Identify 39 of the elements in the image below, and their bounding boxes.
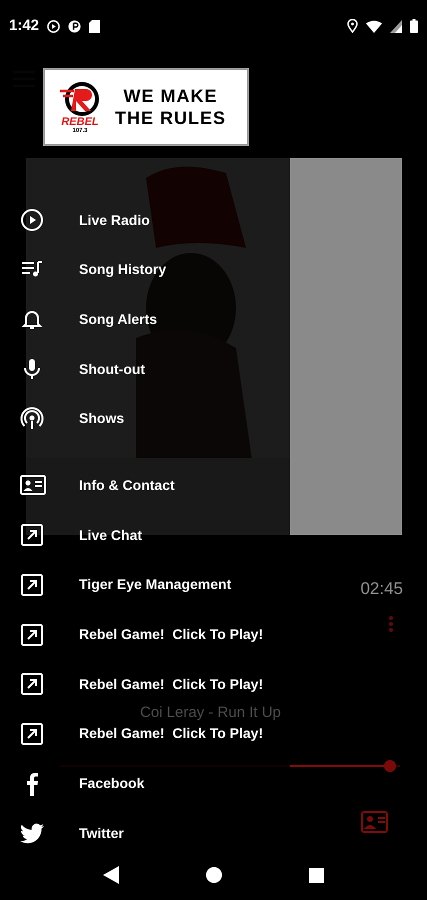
external-link-icon <box>20 722 46 746</box>
drawer-menu-item[interactable]: Tiger Eye Management <box>0 570 290 599</box>
contact-card-icon <box>20 473 46 498</box>
wifi-icon <box>366 20 382 32</box>
signal-icon <box>390 20 402 32</box>
app-status-icon <box>68 20 82 32</box>
logo-slogan-text: THE RULES <box>115 107 226 129</box>
twitter-icon <box>20 821 46 846</box>
battery-icon <box>410 19 418 33</box>
podcast-icon <box>20 406 46 431</box>
logo-mark-icon <box>58 80 102 116</box>
drawer-menu-item[interactable]: Twitter <box>0 819 290 848</box>
track-duration: 02:45 <box>360 578 403 600</box>
drawer-menu-item[interactable]: Rebel Game! Click To Play! <box>0 620 290 648</box>
drawer-menu-item[interactable]: Live Chat <box>0 521 290 550</box>
play-status-icon <box>47 20 60 32</box>
drawer-menu-item[interactable]: Facebook <box>0 770 290 798</box>
drawer-menu-item[interactable]: Rebel Game! Click To Play! <box>0 670 290 698</box>
external-link-icon <box>20 622 46 646</box>
track-title: Coi Leray - Run It Up <box>140 704 281 721</box>
location-icon <box>347 19 358 33</box>
drawer-menu-item[interactable]: Song History <box>0 256 290 284</box>
external-link-icon <box>20 572 46 597</box>
recents-icon[interactable] <box>308 868 324 882</box>
home-icon[interactable] <box>206 867 222 883</box>
drawer-menu-item[interactable]: Info & Contact <box>0 471 290 500</box>
drawer-menu-item[interactable]: Rebel Game! Click To Play! <box>0 720 290 748</box>
status-time: 1:42 <box>9 16 40 36</box>
external-link-icon <box>20 672 46 696</box>
back-icon[interactable] <box>103 866 120 884</box>
drawer-menu-item[interactable]: Shout-out <box>0 355 290 384</box>
logo-brand-text: REBEL <box>61 116 99 128</box>
logo-slogan-text: WE MAKE <box>124 85 218 107</box>
drawer-menu-item[interactable]: Live Radio <box>0 206 290 234</box>
sd-card-icon <box>89 20 100 32</box>
play-circle-icon <box>20 208 46 232</box>
drawer-menu-item[interactable]: Shows <box>0 404 290 433</box>
drawer-menu-item[interactable]: Song Alerts <box>0 305 290 334</box>
external-link-icon <box>20 523 46 548</box>
